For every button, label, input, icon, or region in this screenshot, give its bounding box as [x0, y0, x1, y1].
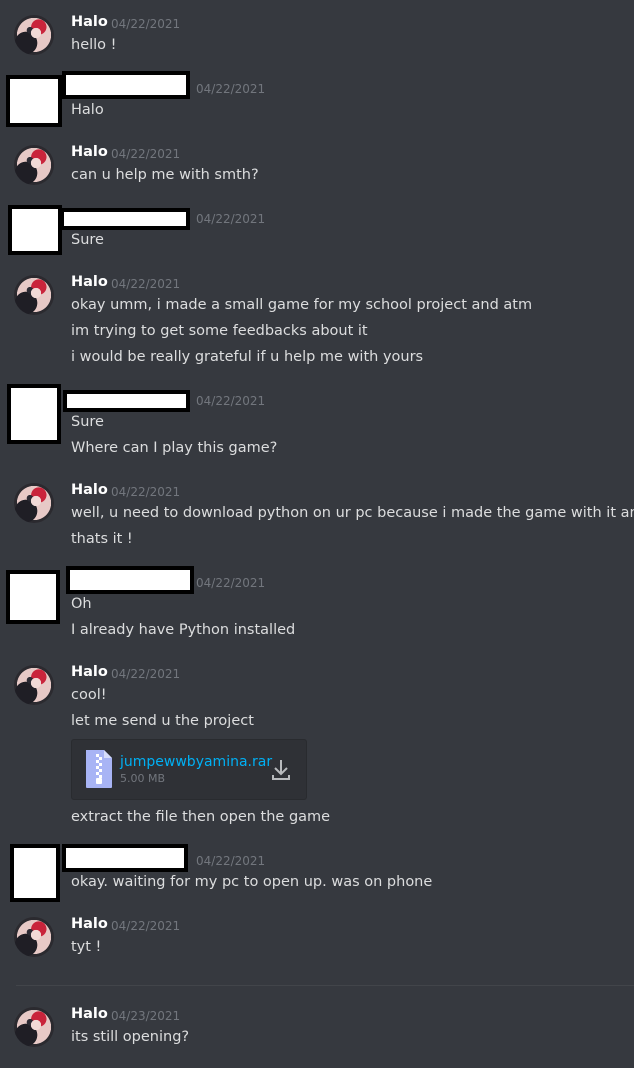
redacted-avatar[interactable]	[6, 570, 60, 624]
message-timestamp: 04/22/2021	[196, 394, 266, 408]
message-author[interactable]: Halo	[71, 916, 108, 932]
file-attachment[interactable]: jumpewwbyamina.rar 5.00 MB	[71, 739, 307, 800]
zip-file-icon	[86, 750, 112, 788]
user-avatar[interactable]	[14, 483, 54, 523]
date-divider	[16, 985, 634, 986]
message-text: thats it !	[71, 531, 133, 547]
message-text: Oh	[71, 596, 92, 612]
message-text: okay umm, i made a small game for my sch…	[71, 297, 533, 313]
message-text: let me send u the project	[71, 713, 254, 729]
message-text: Halo	[71, 102, 104, 118]
redacted-username[interactable]	[60, 208, 190, 230]
message-timestamp: 04/22/2021	[196, 82, 266, 96]
message-text: I already have Python installed	[71, 622, 296, 638]
message-text: im trying to get some feedbacks about it	[71, 323, 368, 339]
message-author[interactable]: Halo	[71, 14, 108, 30]
message-author[interactable]: Halo	[71, 664, 108, 680]
message-timestamp: 04/22/2021	[111, 147, 181, 161]
user-avatar[interactable]	[14, 917, 54, 957]
user-avatar[interactable]	[14, 145, 54, 185]
message-text: Where can I play this game?	[71, 440, 278, 456]
redacted-username[interactable]	[66, 566, 194, 594]
message-text: tyt !	[71, 939, 102, 955]
attachment-size: 5.00 MB	[120, 772, 166, 785]
user-avatar[interactable]	[14, 665, 54, 705]
redacted-avatar[interactable]	[10, 844, 60, 902]
message-text: cool!	[71, 687, 107, 703]
message-text: Sure	[71, 232, 104, 248]
message-text: can u help me with smth?	[71, 167, 259, 183]
user-avatar[interactable]	[14, 15, 54, 55]
message-timestamp: 04/22/2021	[111, 919, 181, 933]
message-text: well, u need to download python on ur pc…	[71, 505, 634, 521]
redacted-avatar[interactable]	[8, 205, 62, 255]
message-text: Sure	[71, 414, 104, 430]
message-text: hello !	[71, 37, 117, 53]
attachment-filename[interactable]: jumpewwbyamina.rar	[120, 754, 272, 770]
user-avatar[interactable]	[14, 1007, 54, 1047]
redacted-username[interactable]	[63, 390, 190, 412]
redacted-avatar[interactable]	[6, 75, 62, 127]
message-text: i would be really grateful if u help me …	[71, 349, 424, 365]
message-author[interactable]: Halo	[71, 144, 108, 160]
message-timestamp: 04/22/2021	[196, 212, 266, 226]
message-timestamp: 04/22/2021	[111, 485, 181, 499]
message-timestamp: 04/22/2021	[111, 667, 181, 681]
message-text: its still opening?	[71, 1029, 190, 1045]
message-text: extract the file then open the game	[71, 809, 331, 825]
message-author[interactable]: Halo	[71, 482, 108, 498]
message-timestamp: 04/22/2021	[111, 277, 181, 291]
message-timestamp: 04/22/2021	[196, 576, 266, 590]
redacted-username[interactable]	[62, 844, 188, 872]
redacted-avatar[interactable]	[7, 384, 61, 444]
user-avatar[interactable]	[14, 275, 54, 315]
message-timestamp: 04/22/2021	[196, 854, 266, 868]
message-author[interactable]: Halo	[71, 274, 108, 290]
message-timestamp: 04/22/2021	[111, 17, 181, 31]
download-icon[interactable]	[270, 758, 292, 782]
message-text: okay. waiting for my pc to open up. was …	[71, 874, 433, 890]
message-author[interactable]: Halo	[71, 1006, 108, 1022]
message-timestamp: 04/23/2021	[111, 1009, 181, 1023]
redacted-username[interactable]	[62, 71, 190, 99]
